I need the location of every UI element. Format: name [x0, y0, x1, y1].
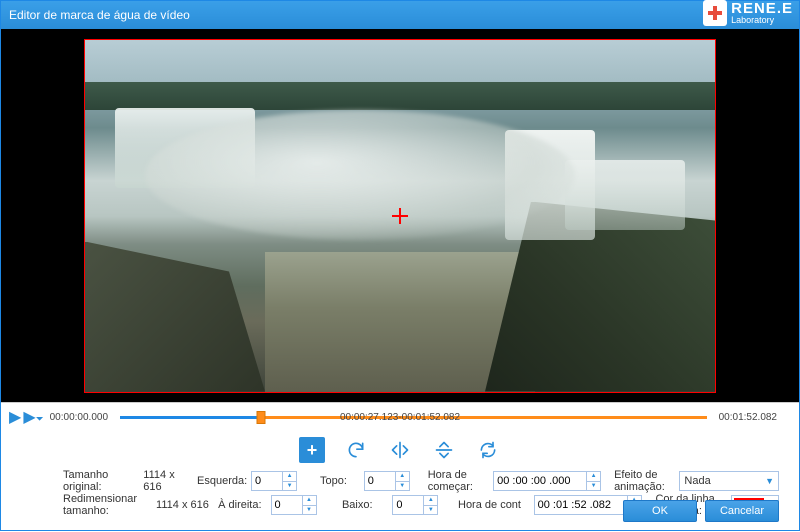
effect-value: Nada — [684, 475, 710, 487]
bottom-stepper[interactable]: ▲▼ — [392, 495, 438, 515]
start-time-stepper[interactable]: ▲▼ — [493, 471, 601, 491]
brand-name: RENE.ELaboratory — [731, 2, 793, 24]
video-preview[interactable] — [84, 39, 716, 393]
right-stepper[interactable]: ▲▼ — [271, 495, 317, 515]
label-top: Topo: — [320, 475, 360, 487]
chevron-up-icon[interactable]: ▲ — [283, 472, 296, 482]
timeline: ▶ ▶⏷ 00:00:00.000 00:00:27.123-00:01:52.… — [1, 403, 799, 431]
bottom-input[interactable] — [393, 496, 423, 514]
preview-area — [1, 29, 799, 403]
flip-horizontal-button[interactable] — [387, 437, 413, 463]
logo-cross-icon — [703, 0, 727, 26]
time-start: 00:00:00.000 — [50, 412, 108, 423]
label-count-time: Hora de cont — [458, 499, 530, 511]
ok-button[interactable]: OK — [623, 500, 697, 522]
label-left: Esquerda: — [197, 475, 247, 487]
label-start-time: Hora de começar: — [428, 469, 489, 493]
time-current: 00:00:27.123-00:01:52.082 — [340, 412, 460, 423]
count-time-input[interactable] — [535, 496, 627, 514]
chevron-down-icon[interactable]: ▼ — [283, 482, 296, 491]
left-input[interactable] — [252, 472, 282, 490]
top-stepper[interactable]: ▲▼ — [364, 471, 410, 491]
effect-combo[interactable]: Nada ▼ — [679, 471, 779, 491]
chevron-down-icon: ▼ — [765, 476, 774, 486]
flip-vertical-button[interactable] — [431, 437, 457, 463]
left-stepper[interactable]: ▲▼ — [251, 471, 297, 491]
crosshair-icon[interactable] — [392, 208, 408, 224]
title-bar: Editor de marca de água de vídeo RENE.EL… — [1, 1, 799, 29]
value-size-orig: 1114 x 616 — [143, 469, 193, 493]
dialog-buttons: OK Cancelar — [623, 500, 779, 522]
add-button[interactable]: + — [299, 437, 325, 463]
cancel-button[interactable]: Cancelar — [705, 500, 779, 522]
right-input[interactable] — [272, 496, 302, 514]
step-button[interactable]: ▶⏷ — [23, 407, 43, 427]
toolbar: + — [1, 431, 799, 467]
play-button[interactable]: ▶ — [9, 407, 21, 427]
label-resize: Redimensionar tamanho: — [63, 493, 152, 517]
window-title: Editor de marca de água de vídeo — [9, 8, 190, 22]
refresh-button[interactable] — [475, 437, 501, 463]
value-resize: 1114 x 616 — [156, 499, 214, 511]
time-end: 00:01:52.082 — [719, 412, 777, 423]
start-time-input[interactable] — [494, 472, 586, 490]
slider-handle[interactable] — [256, 411, 265, 424]
rotate-button[interactable] — [343, 437, 369, 463]
label-effect: Efeito de animação: — [614, 469, 675, 493]
label-size-orig: Tamanho original: — [63, 469, 139, 493]
label-bottom: Baixo: — [342, 499, 388, 511]
brand-logo: RENE.ELaboratory — [703, 0, 793, 26]
top-input[interactable] — [365, 472, 395, 490]
label-right: À direita: — [218, 499, 266, 511]
